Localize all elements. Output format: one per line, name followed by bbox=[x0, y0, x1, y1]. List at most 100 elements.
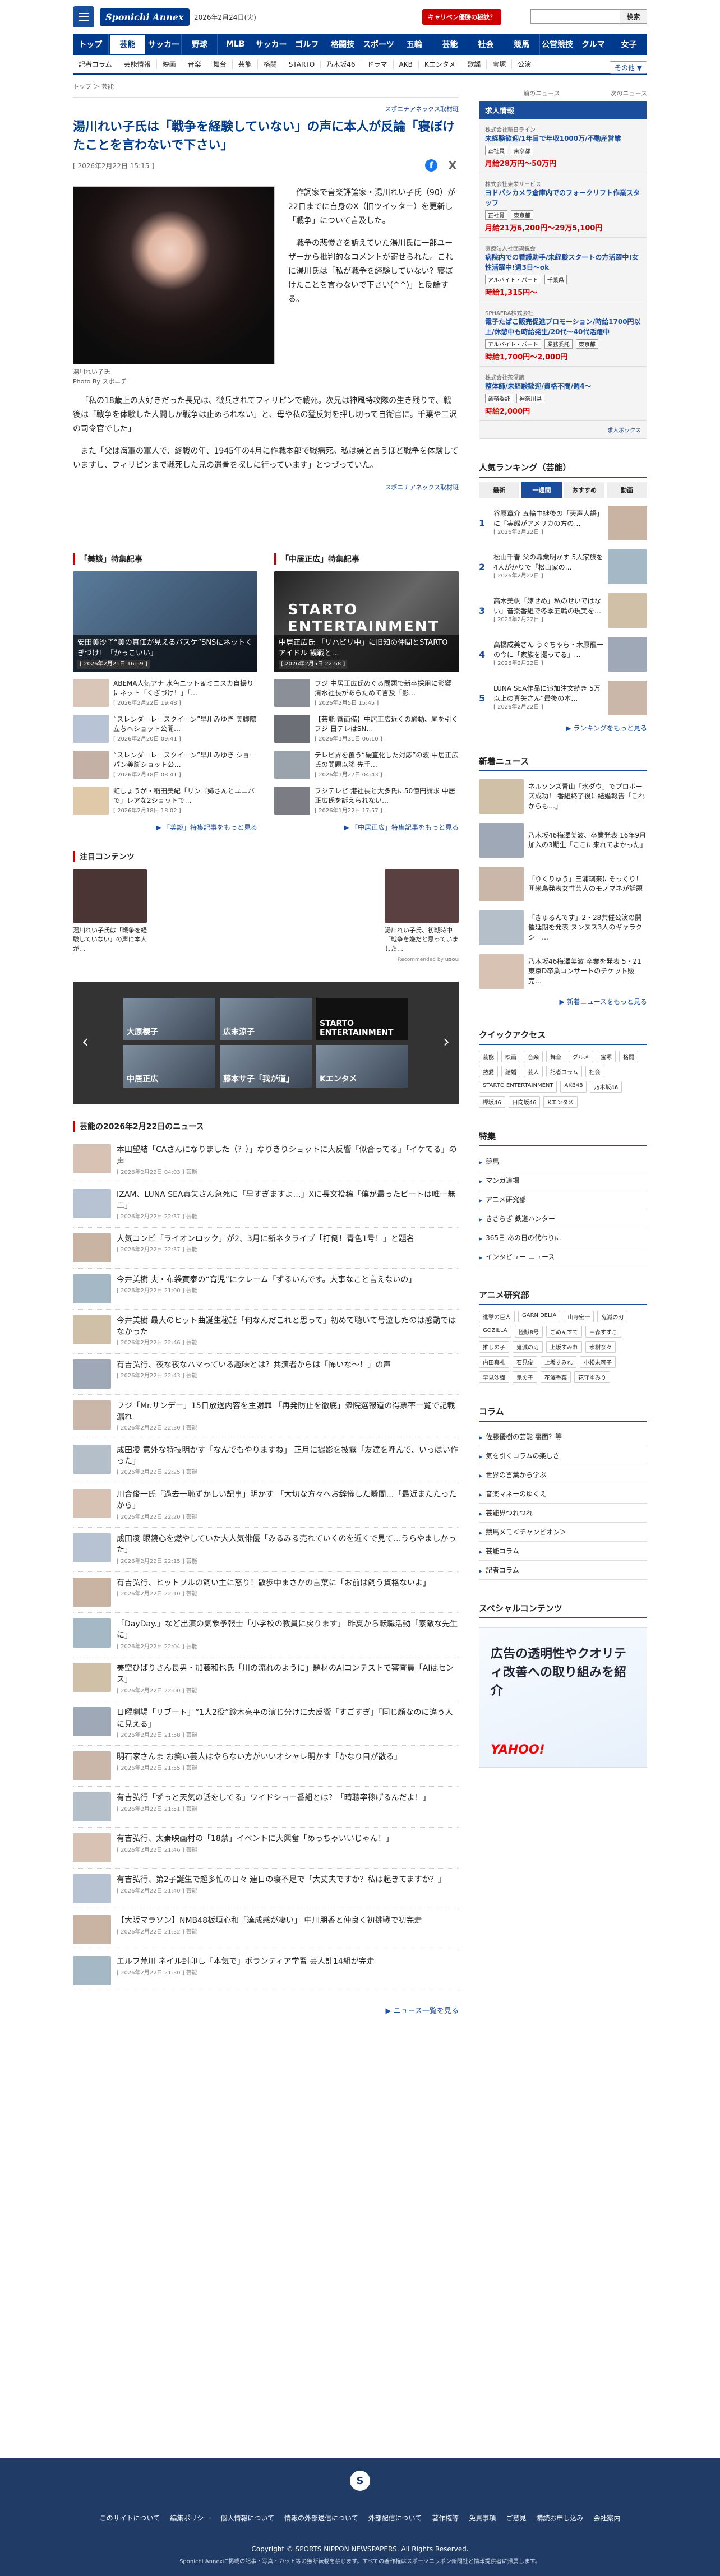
anime-chip[interactable]: 鬼滅の刃 bbox=[597, 1311, 628, 1322]
latest-item[interactable]: 「きゅるんです」2・28共催公演の開催延期を発表 ヌンヌス3人のギャラクシー… bbox=[479, 909, 647, 946]
nav-item[interactable]: 野球 bbox=[182, 34, 218, 55]
facebook-icon[interactable]: f bbox=[425, 159, 437, 172]
nav-item[interactable]: 格闘技 bbox=[325, 34, 361, 55]
list-item[interactable]: フジ 中居正広氏めぐる問題で新卒採用に影響 清水社長があらためて言及「影… [ 2… bbox=[274, 678, 459, 708]
nav-item[interactable]: サッカー bbox=[253, 34, 289, 55]
news-row[interactable]: IZAM、LUNA SEA真矢さん急死に「早すぎますよ…」Xに長文投稿「僕が最っ… bbox=[73, 1183, 459, 1228]
anime-chip[interactable]: 水樹奈々 bbox=[585, 1341, 616, 1353]
special-item[interactable]: きさらぎ 鉄道ハンター bbox=[479, 1209, 647, 1228]
column-item[interactable]: 競馬メモ＜チャンピオン＞ bbox=[479, 1523, 647, 1542]
special-item[interactable]: マンガ道場 bbox=[479, 1171, 647, 1190]
news-row[interactable]: 「DayDay.」など出演の気象予報士「小学校の教員に戻ります」 昨夏から転職活… bbox=[73, 1613, 459, 1658]
quick-chip[interactable]: 社会 bbox=[585, 1066, 604, 1077]
anime-chip[interactable]: 鬼の子 bbox=[513, 1371, 537, 1383]
carousel-prev-icon[interactable]: ‹ bbox=[82, 1032, 89, 1052]
anime-chip[interactable]: 推しの子 bbox=[479, 1341, 509, 1353]
subnav-item[interactable]: STARTO bbox=[283, 60, 321, 68]
subnav-item[interactable]: 公演 bbox=[512, 59, 538, 69]
anime-chip[interactable]: 早見沙織 bbox=[479, 1371, 509, 1383]
notice-card[interactable]: 湯川れい子氏、初戦時中「戦争を嫌だと思っていました… bbox=[385, 868, 459, 954]
quick-chip[interactable]: 芸能 bbox=[479, 1051, 498, 1062]
quick-chip[interactable]: 熱愛 bbox=[479, 1066, 498, 1077]
carousel-tile[interactable]: 中居正広 bbox=[123, 1045, 215, 1088]
article-photo[interactable] bbox=[73, 186, 275, 364]
quick-chip[interactable]: STARTO ENTERTAINMENT bbox=[479, 1081, 557, 1093]
job-item[interactable]: 医療法人社団碧鋭会 病院内での看護助手/未経験スタートの方活躍中!女性活躍中!週3… bbox=[479, 238, 647, 302]
prev-article-link[interactable]: 前のニュース bbox=[523, 89, 560, 98]
footer-logo[interactable]: S bbox=[350, 2471, 370, 2491]
anime-chip[interactable]: GOZILLA bbox=[479, 1326, 511, 1338]
subnav-item[interactable]: 舞台 bbox=[207, 59, 233, 69]
subnav-item[interactable]: 芸能 bbox=[233, 59, 258, 69]
footer-link[interactable]: 情報の外部送信について bbox=[284, 2513, 358, 2523]
column-item[interactable]: 世界の言葉から学ぶ bbox=[479, 1465, 647, 1484]
news-row[interactable]: 有吉弘行、ヒットプルの飼い主に怒り！散歩中まさかの言葉に「お前は飼う資格ないよ」… bbox=[73, 1572, 459, 1613]
quick-chip[interactable]: 結婚 bbox=[501, 1066, 520, 1077]
nav-item[interactable]: ゴルフ bbox=[289, 34, 325, 55]
latest-item[interactable]: 乃木坂46梅澤美波 卒業を発表 5・21東京D卒業コンサートのチケット販売… bbox=[479, 953, 647, 990]
list-item[interactable]: テレビ界を覆う“硬直化した対応”の波 中居正広氏の問題以降 先手… [ 2026年… bbox=[274, 750, 459, 780]
anime-chip[interactable]: 三森すずこ bbox=[585, 1326, 621, 1338]
news-row[interactable]: 人気コンビ「ライオンロック」が2、3月に新ネタライブ「打倒！青色1号！」と題名 [… bbox=[73, 1228, 459, 1269]
feature-left-more-link[interactable]: ▶ 「美談」特集記事をもっと見る bbox=[73, 822, 257, 832]
quick-chip[interactable]: 音楽 bbox=[524, 1051, 543, 1062]
news-row[interactable]: 【大阪マラソン】NMB48板垣心和「達成感が凄い」 中川朋香と仲良く初挑戦で初完… bbox=[73, 1909, 459, 1951]
nav-item[interactable]: スポーツ bbox=[361, 34, 397, 55]
quick-chip[interactable]: 記者コラム bbox=[546, 1066, 582, 1077]
footer-link[interactable]: 編集ポリシー bbox=[170, 2513, 210, 2523]
quick-chip[interactable]: グルメ bbox=[569, 1051, 593, 1062]
footer-link[interactable]: 著作権等 bbox=[432, 2513, 459, 2523]
jobs-brand[interactable]: 求人ボックス bbox=[479, 426, 647, 434]
quick-chip[interactable]: 映画 bbox=[501, 1051, 520, 1062]
job-item[interactable]: 株式会社東栄サービス ヨドバシカメラ倉庫内でのフォークリフト作業スタッフ 正社員 東京… bbox=[479, 173, 647, 238]
news-row[interactable]: 美空ひばりさん長男・加藤和也氏「川の流れのように」題材のAIコンテストで審査員「… bbox=[73, 1657, 459, 1702]
ranking-item[interactable]: 1 谷原章介 五輪中継後の「天声人語」に「実態がアメリカの方の…[ 2026年2月… bbox=[479, 505, 647, 542]
subnav-item[interactable]: 乃木坂46 bbox=[321, 59, 362, 69]
anime-chip[interactable]: GARNIDELIA bbox=[518, 1311, 561, 1322]
nav-item[interactable]: 社会 bbox=[468, 34, 504, 55]
ad-banner[interactable]: 広告の透明性やクオリティ改善への取り組みを紹介 YAHOO! bbox=[479, 1627, 647, 1768]
news-row[interactable]: 本田望結「CAさんになりました（？）」なりきりショットに大反響「似合ってる」「イ… bbox=[73, 1139, 459, 1183]
subnav-item[interactable]: 音楽 bbox=[182, 59, 207, 69]
carousel-tile[interactable]: Kエンタメ bbox=[316, 1045, 408, 1088]
quick-chip[interactable]: AKB48 bbox=[560, 1081, 587, 1093]
notice-card[interactable]: 湯川れい子氏は「戦争を経験していない」の声に本人が… bbox=[73, 868, 147, 954]
next-article-link[interactable]: 次のニュース bbox=[611, 89, 647, 98]
subnav-item[interactable]: 記者コラム bbox=[73, 59, 118, 69]
anime-chip[interactable]: 山寺宏一 bbox=[564, 1311, 594, 1322]
news-row[interactable]: 有吉弘行、太秦映画村の「18禁」イベントに大興奮「めっちゃいいじゃん！」 [ 20… bbox=[73, 1828, 459, 1869]
footer-link[interactable]: このサイトについて bbox=[100, 2513, 160, 2523]
search-input[interactable] bbox=[530, 9, 620, 24]
footer-link[interactable]: 会社案内 bbox=[593, 2513, 620, 2523]
column-item[interactable]: 記者コラム bbox=[479, 1561, 647, 1580]
carousel-tile[interactable]: STARTO ENTERTAINMENT bbox=[316, 998, 408, 1041]
anime-chip[interactable]: 花澤香菜 bbox=[541, 1371, 571, 1383]
list-item[interactable]: 【芸能 審面備】中居正広近くの騒動、尾を引くフジ 日テレはSN… [ 2026年1… bbox=[274, 714, 459, 744]
tab-week[interactable]: 一週間 bbox=[521, 482, 562, 498]
anime-chip[interactable]: 石見俊 bbox=[513, 1356, 537, 1368]
ranking-item[interactable]: 2 松山千春 父の職業明かす 5人家族を4人がかりで「松山家の… [ 2026年2月… bbox=[479, 548, 647, 585]
footer-link[interactable]: 免責事項 bbox=[469, 2513, 496, 2523]
nav-item[interactable]: クルマ bbox=[575, 34, 612, 55]
subnav-item[interactable]: 映画 bbox=[157, 59, 182, 69]
subnav-item[interactable]: 格闘 bbox=[258, 59, 283, 69]
ranking-more-link[interactable]: ▶ ランキングをもっと見る bbox=[479, 723, 647, 733]
footer-link[interactable]: 購読お申し込み bbox=[536, 2513, 583, 2523]
list-item[interactable]: ABEMA人気アナ 水色ニット＆ミニスカ自撮りにネット「くぎづけ！」「… [ 20… bbox=[73, 678, 257, 708]
subnav-item[interactable]: Kエンタメ bbox=[419, 59, 462, 69]
nav-geino[interactable]: 芸能 bbox=[108, 34, 146, 55]
ranking-item[interactable]: 5 LUNA SEA作品に追加注文続き 5万以上の真矢さん“最後の本… [ 2026… bbox=[479, 679, 647, 716]
special-item[interactable]: アニメ研究部 bbox=[479, 1190, 647, 1209]
ranking-item[interactable]: 4 高橋成美さん うぐちゃら・木原龍一の今に「家族を撮ってる」…[ 2026年2月… bbox=[479, 636, 647, 673]
latest-item[interactable]: ネルソンズ青山「氷ダウ」でプロボーズ成功！ 番組終了後に結婚報告「これからも…」 bbox=[479, 778, 647, 815]
column-item[interactable]: 芸能コラム bbox=[479, 1542, 647, 1561]
news-row[interactable]: 川合俊一氏「過去一恥ずかしい記事」明かす 「大切な方々へお辞儀した瞬間…「最近ま… bbox=[73, 1483, 459, 1528]
news-row[interactable]: 明石家さんま お笑い芸人はやらない方がいいオシャレ明かす「かなり目が散る」 [ 2… bbox=[73, 1746, 459, 1787]
nav-item[interactable]: 女子 bbox=[611, 34, 647, 55]
column-item[interactable]: 気を引くコラムの楽しさ bbox=[479, 1446, 647, 1465]
job-item[interactable]: 株式会社新日ライン 未経験歓迎/1年目で年収1000万/不動産営業 正社員 東京都 月給… bbox=[479, 119, 647, 173]
news-row[interactable]: 日曜劇場「リブート」“1人2役”鈴木亮平の演じ分けに大反響「すごすぎ」「同じ顔な… bbox=[73, 1701, 459, 1746]
anime-chip[interactable]: 怪獣8号 bbox=[514, 1326, 543, 1338]
column-item[interactable]: 音楽マネーのゆくえ bbox=[479, 1484, 647, 1504]
special-item[interactable]: インタビュー ニュース bbox=[479, 1247, 647, 1266]
